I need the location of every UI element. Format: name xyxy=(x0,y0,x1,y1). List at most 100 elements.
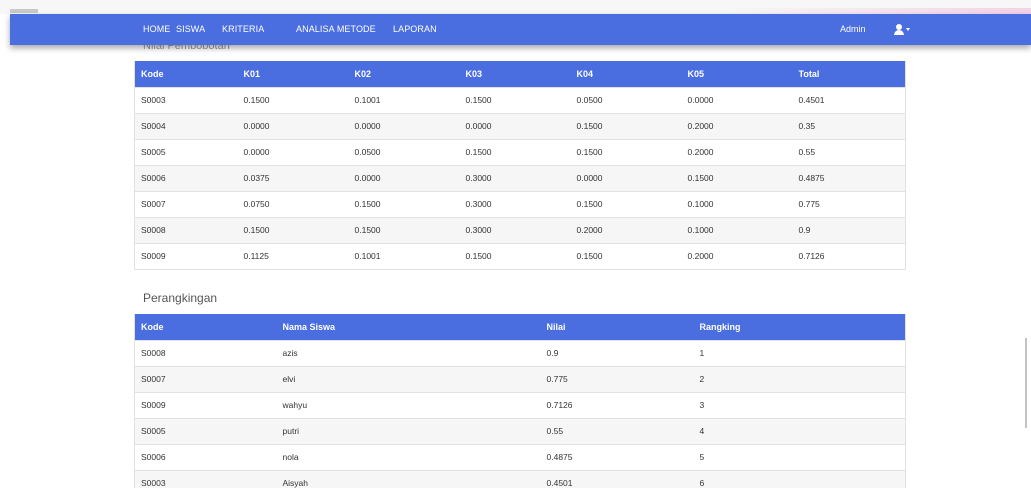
table-cell: S0003 xyxy=(134,469,277,488)
table-row: S0007 0.0750 0.1500 0.3000 0.1500 0.1000… xyxy=(134,190,906,217)
user-name[interactable]: Admin xyxy=(840,14,866,45)
table-cell: 0.1500 xyxy=(570,138,682,165)
column-header: Nilai xyxy=(540,314,694,340)
table-cell: 4 xyxy=(693,417,906,444)
table-cell: 0.2000 xyxy=(681,242,793,269)
page-scrollbar[interactable] xyxy=(1025,338,1027,428)
table-row: S0003 Aisyah 0.4501 6 xyxy=(134,469,906,488)
table-cell: 3 xyxy=(693,391,906,418)
table-cell: 0.0000 xyxy=(459,112,571,139)
column-header: Kode xyxy=(134,314,277,340)
table-cell: 5 xyxy=(693,443,906,470)
table-cell: 0.1500 xyxy=(681,164,793,191)
table-cell: 0.9 xyxy=(540,339,694,366)
table-row: S0003 0.1500 0.1001 0.1500 0.0500 0.0000… xyxy=(134,86,906,113)
table-cell: 0.1000 xyxy=(681,190,793,217)
table-cell: 2 xyxy=(693,365,906,392)
table-row: S0007 elvi 0.775 2 xyxy=(134,365,906,392)
table-cell: S0006 xyxy=(134,443,277,470)
user-menu-icon[interactable] xyxy=(894,24,910,35)
table-cell: wahyu xyxy=(276,391,541,418)
table-cell: 0.1500 xyxy=(570,190,682,217)
section-title-ranking: Perangkingan xyxy=(143,291,218,305)
table-cell: 0.2000 xyxy=(570,216,682,243)
table-cell: 0.0000 xyxy=(237,112,349,139)
table-cell: 0.1500 xyxy=(348,190,460,217)
table-row: S0008 0.1500 0.1500 0.3000 0.2000 0.1000… xyxy=(134,216,906,243)
table-cell: S0005 xyxy=(134,417,277,444)
table-row: S0008 azis 0.9 1 xyxy=(134,339,906,366)
nav-siswa[interactable]: SISWA xyxy=(176,14,205,45)
weighting-table: Kode K01 K02 K03 K04 K05 Total S0003 0.1… xyxy=(134,61,906,270)
table-cell: S0005 xyxy=(134,138,238,165)
table-cell: 0.1500 xyxy=(459,242,571,269)
table-row: S0004 0.0000 0.0000 0.0000 0.1500 0.2000… xyxy=(134,112,906,139)
table-cell: 0.35 xyxy=(792,112,906,139)
table-cell: S0004 xyxy=(134,112,238,139)
table-cell: 0.3000 xyxy=(459,216,571,243)
table-cell: 0.1500 xyxy=(459,86,571,113)
table-cell: 0.7126 xyxy=(540,391,694,418)
nav-laporan[interactable]: LAPORAN xyxy=(393,14,437,45)
table-cell: 0.0375 xyxy=(237,164,349,191)
table-cell: 0.3000 xyxy=(459,190,571,217)
table-cell: 0.4501 xyxy=(792,86,906,113)
table-cell: 0.3000 xyxy=(459,164,571,191)
table-cell: 0.0500 xyxy=(348,138,460,165)
table-cell: 0.1500 xyxy=(237,216,349,243)
table-cell: 0.1500 xyxy=(237,86,349,113)
column-header: Total xyxy=(792,61,906,87)
table-cell: 0.4875 xyxy=(540,443,694,470)
table-row: S0005 putri 0.55 4 xyxy=(134,417,906,444)
table-cell: 0.1500 xyxy=(459,138,571,165)
table-cell: 0.0000 xyxy=(348,112,460,139)
table-row: S0006 0.0375 0.0000 0.3000 0.0000 0.1500… xyxy=(134,164,906,191)
column-header: K04 xyxy=(570,61,682,87)
table-cell: 0.9 xyxy=(792,216,906,243)
table-cell: 1 xyxy=(693,339,906,366)
table-cell: S0009 xyxy=(134,391,277,418)
table-cell: S0007 xyxy=(134,190,238,217)
table-cell: 0.55 xyxy=(540,417,694,444)
column-header: Kode xyxy=(134,61,238,87)
nav-analisa-metode[interactable]: ANALISA METODE xyxy=(296,14,376,45)
nav-kriteria[interactable]: KRITERIA xyxy=(222,14,264,45)
table-header-row: Kode Nama Siswa Nilai Rangking xyxy=(134,314,906,340)
ranking-table: Kode Nama Siswa Nilai Rangking S0008 azi… xyxy=(134,314,906,488)
table-cell: S0007 xyxy=(134,365,277,392)
table-row: S0005 0.0000 0.0500 0.1500 0.1500 0.2000… xyxy=(134,138,906,165)
table-cell: 0.0000 xyxy=(237,138,349,165)
table-cell: 0.1500 xyxy=(570,242,682,269)
table-cell: 0.7126 xyxy=(792,242,906,269)
table-cell: 0.2000 xyxy=(681,112,793,139)
table-cell: Aisyah xyxy=(276,469,541,488)
table-cell: 0.0000 xyxy=(681,86,793,113)
table-cell: 0.775 xyxy=(792,190,906,217)
chevron-down-icon xyxy=(906,28,910,31)
table-cell: putri xyxy=(276,417,541,444)
column-header: K02 xyxy=(348,61,460,87)
table-cell: 0.55 xyxy=(792,138,906,165)
table-cell: S0008 xyxy=(134,216,238,243)
table-cell: 0.1001 xyxy=(348,86,460,113)
browser-top-strip xyxy=(0,0,1031,14)
user-icon-body xyxy=(894,30,904,35)
table-cell: 0.0500 xyxy=(570,86,682,113)
table-cell: 0.0000 xyxy=(348,164,460,191)
table-cell: 0.1125 xyxy=(237,242,349,269)
table-cell: 0.2000 xyxy=(681,138,793,165)
table-row: S0006 nola 0.4875 5 xyxy=(134,443,906,470)
table-header-row: Kode K01 K02 K03 K04 K05 Total xyxy=(134,61,906,87)
table-cell: S0006 xyxy=(134,164,238,191)
column-header: K01 xyxy=(237,61,349,87)
table-cell: 6 xyxy=(693,469,906,488)
table-cell: nola xyxy=(276,443,541,470)
table-cell: 0.1000 xyxy=(681,216,793,243)
table-cell: S0003 xyxy=(134,86,238,113)
nav-home[interactable]: HOME xyxy=(143,14,170,45)
column-header: Nama Siswa xyxy=(276,314,541,340)
table-cell: 0.0000 xyxy=(570,164,682,191)
top-navbar: HOME SISWA KRITERIA ANALISA METODE LAPOR… xyxy=(10,14,1031,45)
table-cell: elvi xyxy=(276,365,541,392)
table-cell: 0.775 xyxy=(540,365,694,392)
